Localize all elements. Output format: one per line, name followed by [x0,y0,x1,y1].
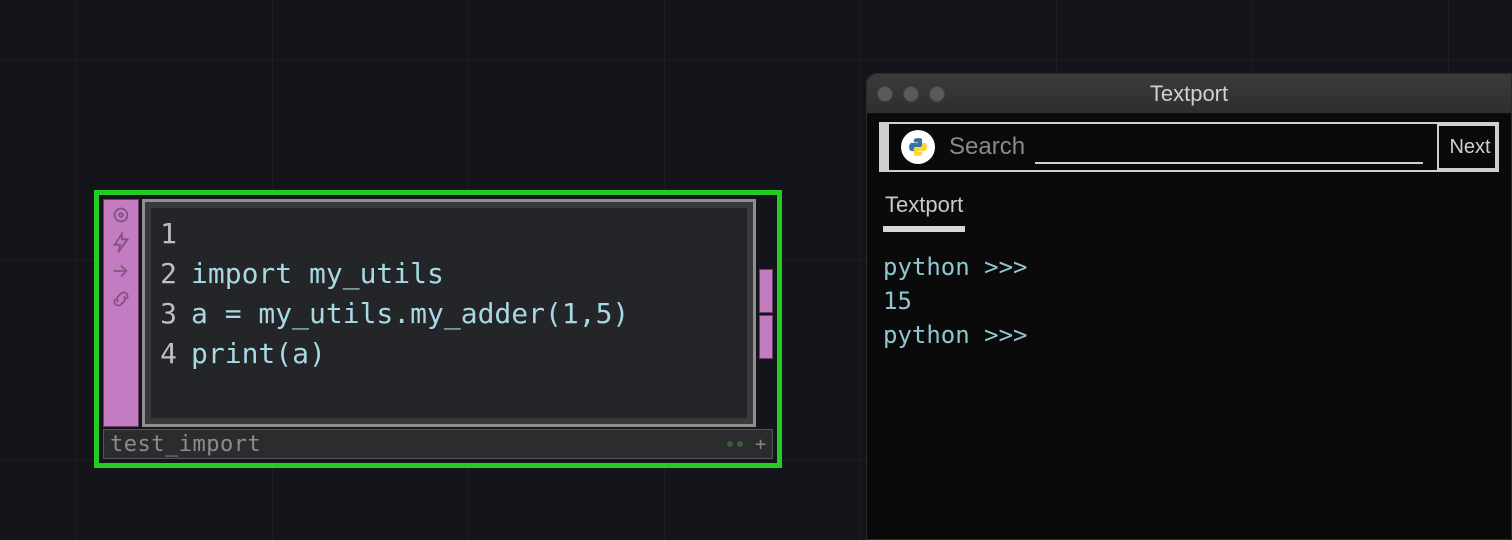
window-title: Textport [867,81,1511,107]
text-dat-node[interactable]: 1 2 3 4 import my_utils a = my_utils.my_… [94,190,782,468]
bolt-icon[interactable] [110,232,132,254]
python-icon [901,130,935,164]
link-icon[interactable] [110,288,132,310]
next-button-label: Next [1449,136,1490,159]
line-number: 3 [151,294,177,334]
close-icon[interactable] [877,86,893,102]
console-line: python >>> [883,253,1042,281]
node-body: 1 2 3 4 import my_utils a = my_utils.my_… [99,195,777,427]
output-connector[interactable] [759,269,773,313]
line-number: 4 [151,334,177,374]
textport-window: Textport Search Next Textport python >>>… [866,73,1512,540]
line-number-gutter: 1 2 3 4 [151,208,183,418]
code-editor-frame: 1 2 3 4 import my_utils a = my_utils.my_… [142,199,756,427]
textport-console[interactable]: python >>> 15 python >>> [867,232,1511,539]
flag-dot[interactable] [737,441,743,447]
node-name-label: test_import [110,432,727,457]
target-icon[interactable] [110,204,132,226]
code-line: a = my_utils.my_adder(1,5) [191,297,629,330]
console-line: 15 [883,287,912,315]
code-line: print(a) [191,337,326,370]
code-area[interactable]: import my_utils a = my_utils.my_adder(1,… [183,208,747,418]
node-footer[interactable]: test_import + [103,429,773,459]
window-titlebar[interactable]: Textport [867,74,1511,114]
search-label: Search [945,133,1025,161]
plus-icon[interactable]: + [751,434,766,455]
code-editor[interactable]: 1 2 3 4 import my_utils a = my_utils.my_… [151,208,747,418]
node-output-connectors [759,199,773,427]
code-line: import my_utils [191,257,444,290]
search-input[interactable] [1035,134,1423,164]
output-connector[interactable] [759,315,773,359]
tab-textport[interactable]: Textport [883,188,965,232]
line-number: 2 [151,254,177,294]
flag-dot[interactable] [727,441,733,447]
arrow-right-icon[interactable] [110,260,132,282]
zoom-icon[interactable] [929,86,945,102]
line-number: 1 [151,214,177,254]
node-side-toolbar[interactable] [103,199,139,427]
window-traffic-lights[interactable] [877,86,945,102]
textport-tab-row: Textport [867,180,1511,232]
minimize-icon[interactable] [903,86,919,102]
search-handle[interactable] [881,124,889,170]
console-line: python >>> [883,321,1042,349]
next-button[interactable]: Next [1437,124,1497,170]
textport-search-bar: Search Next [879,122,1499,172]
node-flags[interactable] [727,436,751,452]
